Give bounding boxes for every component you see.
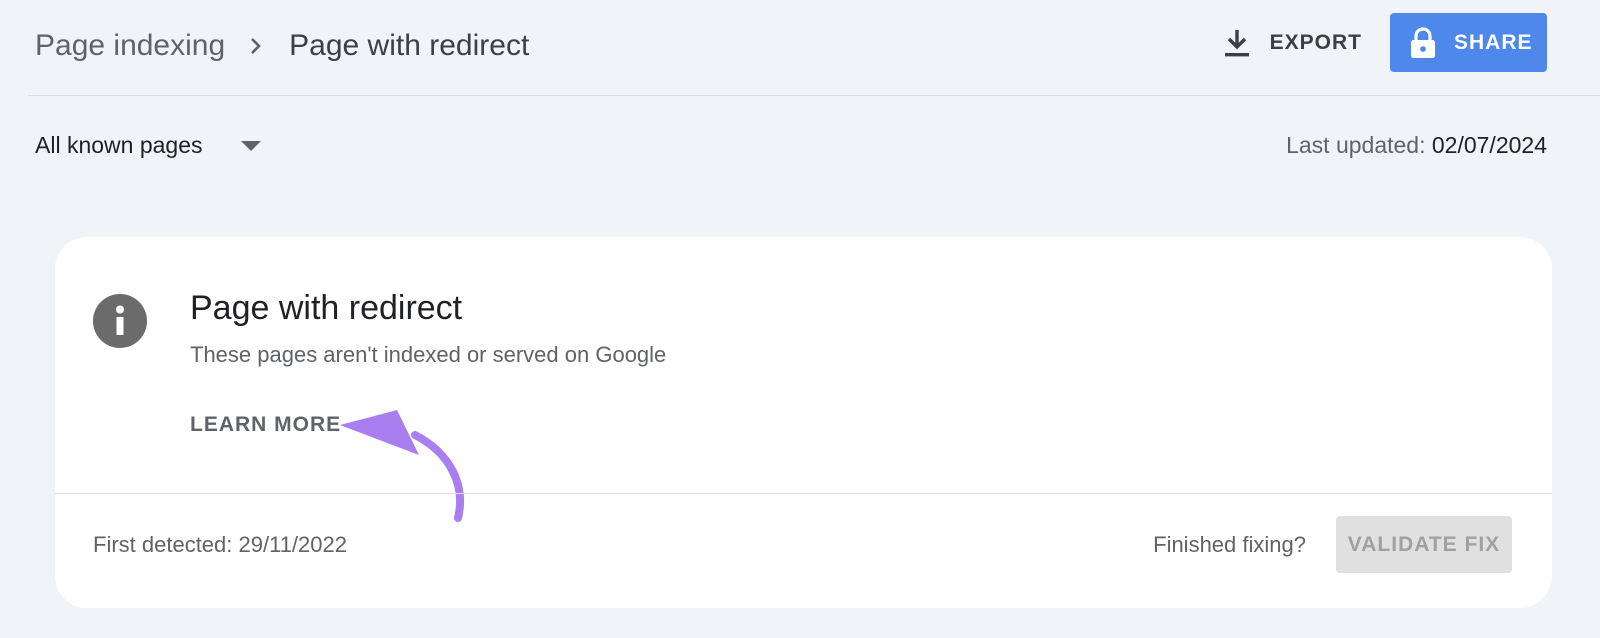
download-icon	[1224, 28, 1250, 58]
pages-filter-dropdown[interactable]: All known pages	[35, 132, 261, 159]
share-label: SHARE	[1454, 30, 1533, 54]
chevron-right-icon	[249, 36, 263, 56]
issue-title: Page with redirect	[190, 289, 463, 327]
card-divider	[55, 493, 1552, 494]
breadcrumb: Page indexing Page with redirect	[35, 26, 529, 66]
info-icon	[93, 294, 147, 348]
filter-selected-value: All known pages	[35, 132, 203, 158]
validate-fix-button[interactable]: VALIDATE FIX	[1336, 516, 1512, 573]
learn-more-link[interactable]: LEARN MORE	[190, 413, 341, 437]
page-title: Page with redirect	[289, 29, 530, 62]
last-updated-date: 02/07/2024	[1431, 132, 1547, 158]
breadcrumb-page-indexing[interactable]: Page indexing	[35, 26, 225, 66]
share-button[interactable]: SHARE	[1390, 13, 1547, 72]
issue-description: These pages aren't indexed or served on …	[190, 342, 667, 367]
last-updated: Last updated: 02/07/2024	[1286, 132, 1547, 159]
dropdown-caret-icon	[240, 140, 261, 151]
first-detected: First detected: 29/11/2022	[93, 532, 347, 557]
annotation-arrow-icon	[340, 410, 465, 522]
export-label: EXPORT	[1269, 30, 1362, 54]
lock-icon	[1410, 26, 1436, 59]
header-divider	[28, 95, 1600, 96]
issue-card: Page with redirect These pages aren't in…	[55, 237, 1552, 608]
last-updated-label: Last updated:	[1286, 132, 1426, 158]
finished-fixing-prompt: Finished fixing?	[1153, 532, 1306, 557]
export-button[interactable]: EXPORT	[1212, 14, 1374, 72]
header: Page indexing Page with redirect EXPORT	[0, 0, 1600, 96]
header-actions: EXPORT SHARE	[1212, 13, 1547, 72]
